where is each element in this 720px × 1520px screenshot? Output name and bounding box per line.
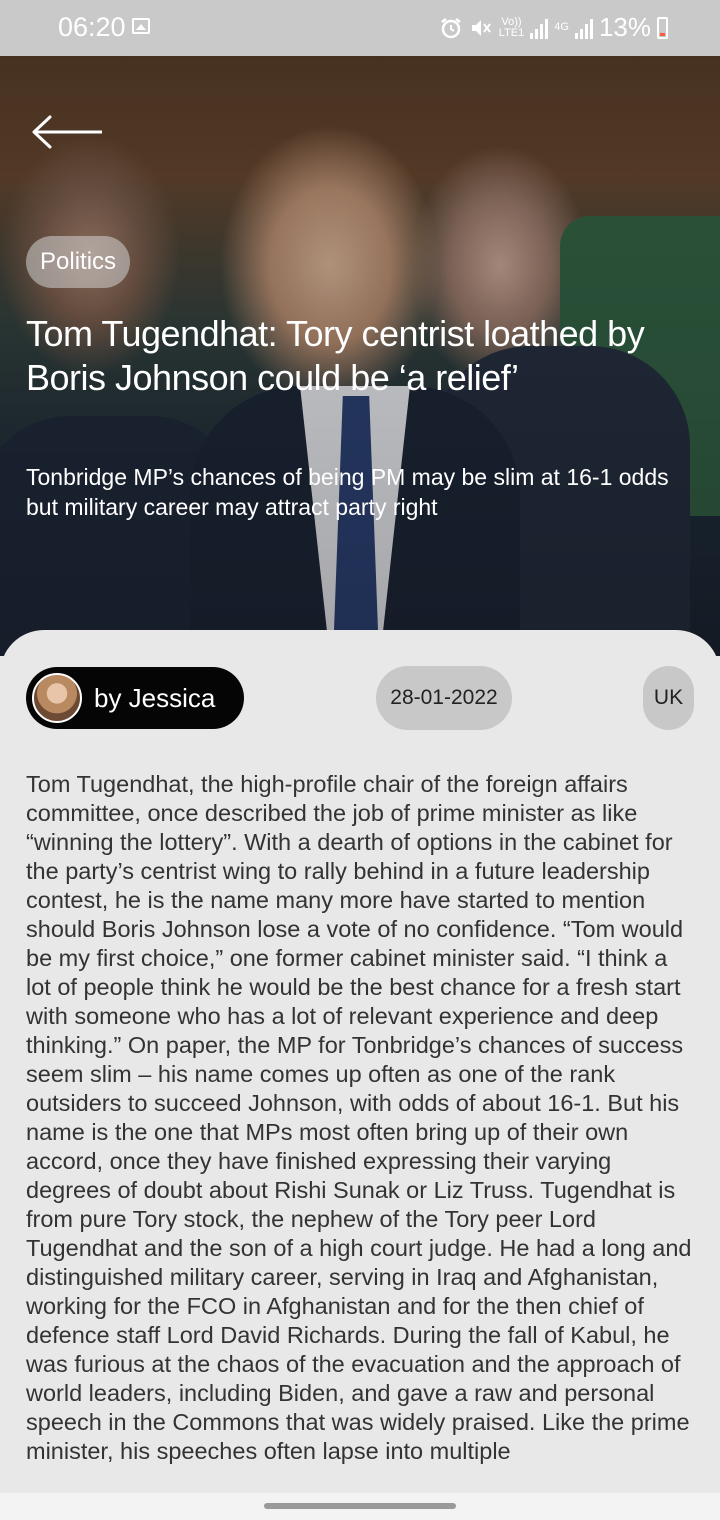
author-name: by Jessica [94,682,216,713]
avatar [32,673,82,723]
net-label-bottom: LTE1 [498,26,525,39]
article-headline: Tom Tugendhat: Tory centrist loathed by … [26,313,645,398]
alarm-icon [441,17,461,38]
gallery-icon [132,18,150,34]
net-type: 4G [554,21,569,33]
author-chip[interactable]: by Jessica [26,667,244,729]
battery-percent: 13% [598,12,651,42]
signal-icon [574,17,593,39]
mute-icon [471,19,491,36]
status-time: 06:20 [58,12,126,42]
home-handle[interactable] [264,1503,456,1509]
status-icons: Vo)) LTE1 4G 13% [439,12,668,43]
battery-icon [657,16,668,39]
article-body: Tom Tugendhat, the high-profile chair of… [26,771,692,1464]
article-subheadline: Tonbridge MP’s chances of being PM may b… [26,464,669,520]
article-sheet: by Jessica 28-01-2022 UK Tom Tugendhat, … [0,630,720,1520]
volte-label: Vo)) LTE1 [498,16,525,39]
category-badge[interactable]: Politics [26,236,131,288]
status-bar: 06:20 Vo)) LTE1 4G 13% [0,0,720,56]
region-badge: UK [643,666,694,730]
back-arrow-icon[interactable] [30,112,104,152]
date-badge: 28-01-2022 [376,666,512,730]
signal-icon [530,17,549,39]
navigation-bar [0,1493,720,1520]
